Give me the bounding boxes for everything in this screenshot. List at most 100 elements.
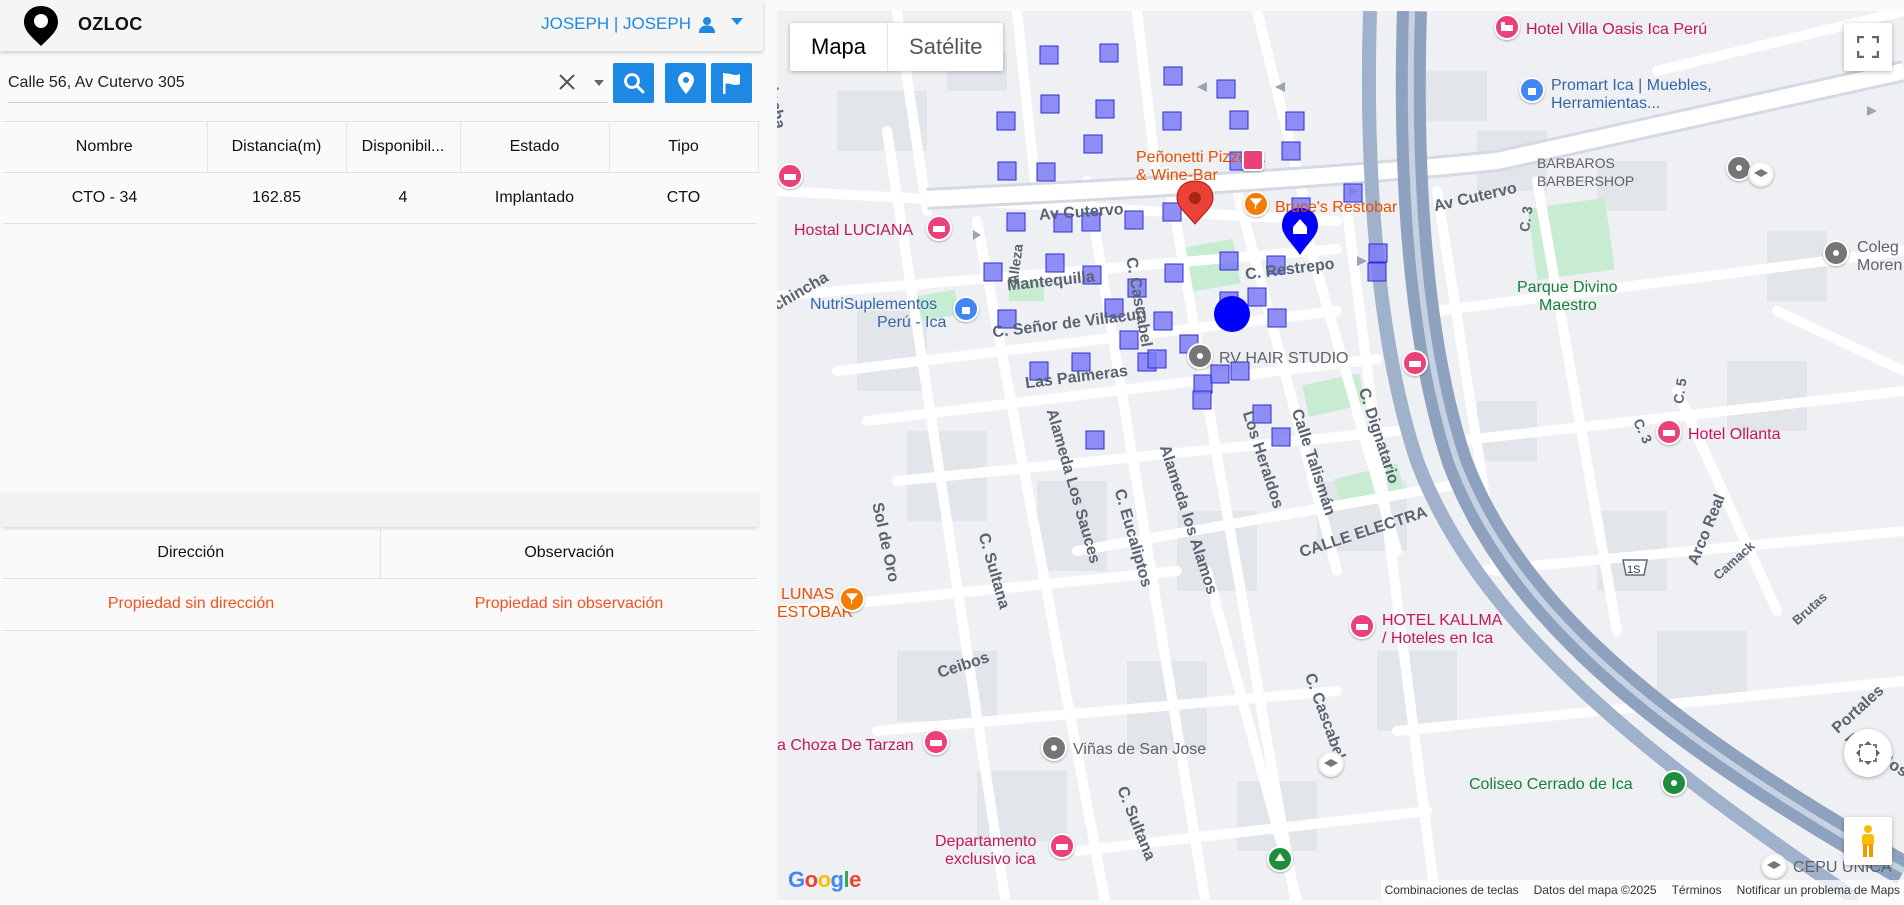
cto-box-marker[interactable] — [1192, 390, 1212, 410]
school-icon[interactable] — [1318, 751, 1344, 777]
park-icon[interactable] — [1267, 846, 1293, 872]
cto-box-marker[interactable] — [1216, 79, 1236, 99]
poi-label[interactable]: Promart Ica | Muebles, — [1551, 77, 1712, 95]
user-menu-chevron-down-icon[interactable] — [731, 18, 743, 25]
poi-label[interactable]: Hostal LUCIANA — [794, 222, 913, 240]
cto-box-marker[interactable] — [996, 111, 1016, 131]
poi-label[interactable]: Parque Divino — [1517, 279, 1618, 297]
cto-box-marker[interactable] — [1229, 110, 1249, 130]
cto-box-marker[interactable] — [997, 161, 1017, 181]
cto-box-marker[interactable] — [983, 262, 1003, 282]
cto-box-marker[interactable] — [1193, 374, 1213, 394]
column-header-estado[interactable]: Estado — [460, 121, 610, 173]
hotel-icon[interactable] — [923, 729, 949, 755]
cto-box-marker[interactable] — [1147, 349, 1167, 369]
table-row[interactable]: CTO - 34 162.85 4 Implantado CTO — [2, 172, 758, 224]
map-view[interactable]: 1S Av Cutervo Av Cutervo Mantequilla C. … — [777, 11, 1904, 900]
cto-box-marker[interactable] — [1083, 134, 1103, 154]
search-button[interactable] — [613, 63, 654, 103]
poi-label[interactable]: BARBERSHOP — [1537, 173, 1634, 189]
poi-label[interactable]: exclusivo ica — [945, 851, 1036, 869]
shopping-icon[interactable] — [953, 296, 979, 322]
cto-box-marker[interactable] — [1267, 308, 1287, 328]
cto-box-marker[interactable] — [1219, 251, 1239, 271]
user-icon[interactable] — [699, 16, 715, 33]
poi-label[interactable]: / Hoteles en Ica — [1382, 630, 1493, 648]
poi-label[interactable]: Bruce's Restobar — [1275, 199, 1397, 217]
poi-label[interactable]: Moren — [1857, 257, 1902, 275]
poi-label[interactable]: Hotel Villa Oasis Ica Perú — [1526, 21, 1707, 39]
cto-box-marker[interactable] — [1085, 430, 1105, 450]
poi-label[interactable]: Perú - Ica — [877, 314, 946, 332]
cto-box-marker[interactable] — [1164, 263, 1184, 283]
poi-label[interactable]: RV HAIR STUDIO — [1219, 350, 1349, 368]
cto-box-marker[interactable] — [1095, 99, 1115, 119]
poi-label[interactable]: LUNAS — [781, 586, 834, 604]
user-name[interactable]: JOSEPH | JOSEPH — [541, 14, 691, 34]
school-pin-icon[interactable] — [1823, 240, 1849, 266]
map-type-control[interactable]: Mapa Satélite — [790, 23, 1004, 71]
column-header-tipo[interactable]: Tipo — [609, 121, 759, 173]
poi-label[interactable]: & Wine-Bar — [1136, 167, 1218, 185]
hotel-icon[interactable] — [1656, 419, 1682, 445]
cto-box-marker[interactable] — [1006, 212, 1026, 232]
cto-box-marker[interactable] — [1368, 243, 1388, 263]
school-icon[interactable] — [1761, 853, 1787, 879]
school-icon[interactable] — [1748, 161, 1774, 187]
cto-box-marker[interactable] — [1162, 202, 1182, 222]
hotel-icon[interactable] — [1402, 350, 1428, 376]
fullscreen-button[interactable] — [1844, 23, 1892, 71]
poi-label[interactable]: Hotel Ollanta — [1688, 426, 1781, 444]
poi-label[interactable]: Herramientas... — [1551, 95, 1660, 113]
cto-box-marker[interactable] — [1124, 210, 1144, 230]
store-icon[interactable] — [1242, 149, 1264, 171]
location-logo-icon[interactable] — [22, 4, 60, 48]
map-type-satellite-button[interactable]: Satélite — [888, 23, 1003, 71]
cto-box-marker[interactable] — [1039, 45, 1059, 65]
street-view-button[interactable] — [1844, 817, 1892, 865]
poi-label[interactable]: Coleg — [1857, 239, 1899, 257]
cto-box-marker[interactable] — [1281, 141, 1301, 161]
hotel-icon[interactable] — [1494, 14, 1520, 40]
poi-label[interactable]: a Choza De Tarzan — [777, 737, 914, 755]
address-search-input[interactable] — [8, 69, 548, 97]
column-header-nombre[interactable]: Nombre — [2, 121, 208, 173]
poi-label[interactable]: HOTEL KALLMA — [1382, 612, 1502, 630]
cto-box-marker[interactable] — [1285, 111, 1305, 131]
search-dropdown-chevron-icon[interactable] — [594, 80, 604, 86]
cto-box-marker[interactable] — [1163, 66, 1183, 86]
hotel-icon[interactable] — [777, 163, 803, 189]
poi-label[interactable]: BARBAROS — [1537, 155, 1615, 171]
current-location-dot[interactable] — [1214, 296, 1250, 332]
poi-label[interactable]: Viñas de San Jose — [1073, 741, 1206, 759]
terms-link[interactable]: Términos — [1672, 883, 1722, 897]
cto-box-marker[interactable] — [1271, 427, 1291, 447]
winery-pin-icon[interactable] — [1041, 735, 1067, 761]
camera-control-button[interactable] — [1844, 729, 1892, 777]
poi-label[interactable]: Maestro — [1539, 297, 1597, 315]
cto-box-marker[interactable] — [1040, 94, 1060, 114]
hotel-icon[interactable] — [1349, 613, 1375, 639]
salon-pin-icon[interactable] — [1187, 343, 1213, 369]
flag-button[interactable] — [711, 63, 752, 103]
bar-icon[interactable] — [839, 586, 865, 612]
hotel-icon[interactable] — [926, 215, 952, 241]
clear-icon[interactable] — [556, 71, 578, 93]
cto-box-marker[interactable] — [1162, 111, 1182, 131]
cto-box-marker[interactable] — [1367, 262, 1387, 282]
shopping-icon[interactable] — [1519, 77, 1545, 103]
user-menu[interactable]: JOSEPH | JOSEPH — [541, 14, 715, 34]
cto-box-marker[interactable] — [1247, 287, 1267, 307]
cto-box-marker[interactable] — [1099, 43, 1119, 63]
column-header-distancia[interactable]: Distancia(m) — [207, 121, 347, 173]
cto-box-marker[interactable] — [1153, 311, 1173, 331]
bar-icon[interactable] — [1243, 191, 1269, 217]
hotel-icon[interactable] — [1049, 833, 1075, 859]
poi-label[interactable]: Coliseo Cerrado de Ica — [1469, 776, 1633, 794]
locate-button[interactable] — [665, 63, 706, 103]
poi-label[interactable]: NutriSuplementos — [810, 296, 937, 314]
report-problem-link[interactable]: Notificar un problema de Maps — [1737, 883, 1900, 897]
column-header-disponibilidad[interactable]: Disponibil... — [346, 121, 461, 173]
map-type-map-button[interactable]: Mapa — [790, 23, 889, 71]
cto-box-marker[interactable] — [1036, 162, 1056, 182]
